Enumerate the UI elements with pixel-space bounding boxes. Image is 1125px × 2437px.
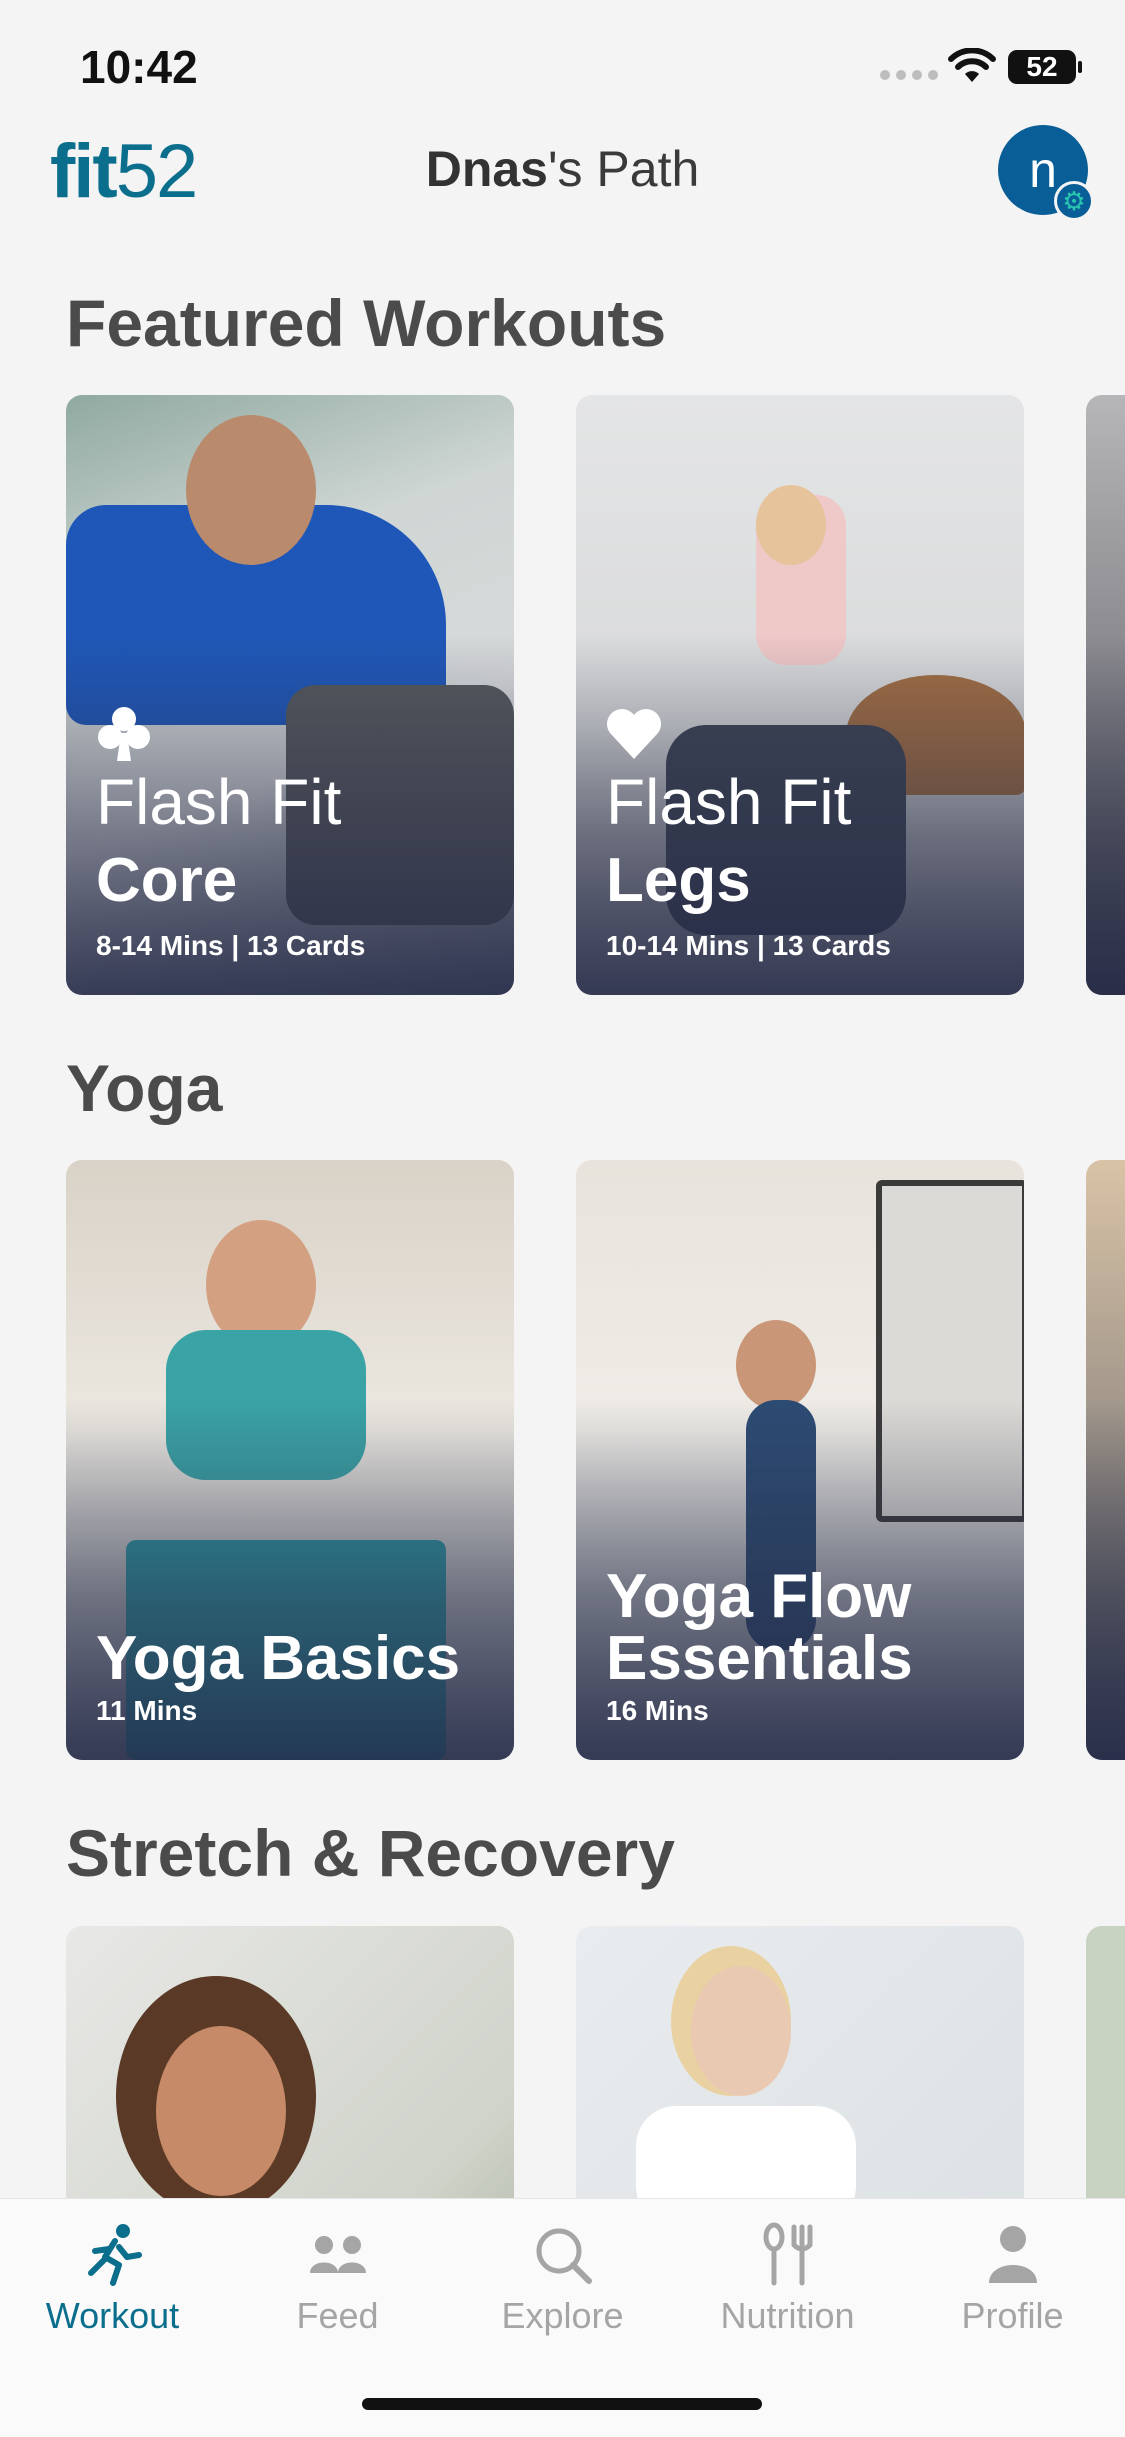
battery-indicator: 52 bbox=[1008, 50, 1082, 84]
heart-icon bbox=[607, 709, 661, 759]
stretch-recovery-carousel[interactable] bbox=[66, 1926, 1125, 2198]
tab-workout[interactable]: Workout bbox=[0, 2221, 225, 2337]
featured-workouts-carousel[interactable]: Flash Fit Core 8-14 Mins | 13 Cards Flas… bbox=[66, 395, 1125, 995]
section-title-yoga: Yoga bbox=[66, 1051, 223, 1125]
workout-card-partial[interactable] bbox=[1086, 395, 1125, 995]
card-photo-figure-head bbox=[691, 1966, 791, 2096]
card-title-line2: Essentials bbox=[606, 1624, 913, 1693]
tab-feed[interactable]: Feed bbox=[225, 2221, 450, 2337]
card-title-line1: Flash Fit bbox=[96, 766, 342, 838]
card-photo-figure-head bbox=[156, 2026, 286, 2196]
workout-card-core[interactable]: Flash Fit Core 8-14 Mins | 13 Cards bbox=[66, 395, 514, 995]
card-meta: 10-14 Mins | 13 Cards bbox=[606, 930, 891, 961]
club-icon bbox=[98, 707, 150, 761]
card-title-line1: Flash Fit bbox=[606, 766, 852, 838]
card-overlay bbox=[1086, 635, 1125, 995]
workout-card-partial[interactable] bbox=[1086, 1160, 1125, 1760]
utensils-icon bbox=[763, 2222, 812, 2286]
card-title: Yoga Flow Essentials bbox=[606, 1566, 913, 1690]
card-photo-figure-head bbox=[186, 415, 316, 565]
page-title-suffix: 's Path bbox=[547, 141, 700, 197]
yoga-carousel[interactable]: Yoga Basics 11 Mins Yoga Flow Essentials… bbox=[66, 1160, 1125, 1760]
section-title-stretch-recovery: Stretch & Recovery bbox=[66, 1816, 675, 1890]
tab-label: Profile bbox=[961, 2295, 1064, 2336]
workout-card-legs[interactable]: Flash Fit Legs 10-14 Mins | 13 Cards bbox=[576, 395, 1024, 995]
workout-card-stretch-1[interactable] bbox=[66, 1926, 514, 2198]
section-title-featured-workouts: Featured Workouts bbox=[66, 286, 667, 360]
tab-profile[interactable]: Profile bbox=[900, 2221, 1125, 2337]
card-meta: 8-14 Mins | 13 Cards bbox=[96, 930, 366, 961]
tab-label: Workout bbox=[45, 2295, 180, 2336]
avatar-button[interactable]: n ⚙ bbox=[998, 125, 1094, 221]
card-title: Yoga Basics bbox=[96, 1628, 460, 1690]
card-photo-figure bbox=[636, 2106, 856, 2198]
gear-icon: ⚙ bbox=[1054, 181, 1094, 221]
status-time: 10:42 bbox=[80, 41, 198, 93]
avatar-initial: n bbox=[1029, 142, 1057, 198]
group-icon bbox=[309, 2236, 366, 2273]
workout-card-yoga-flow-essentials[interactable]: Yoga Flow Essentials 16 Mins bbox=[576, 1160, 1024, 1760]
card-photo-figure-head bbox=[736, 1320, 816, 1410]
workout-card-partial[interactable] bbox=[1086, 1926, 1125, 2198]
card-meta: 16 Mins bbox=[606, 1695, 709, 1726]
card-overlay bbox=[1086, 1400, 1125, 1760]
card-meta: 11 Mins bbox=[96, 1695, 198, 1726]
tab-nutrition[interactable]: Nutrition bbox=[675, 2221, 900, 2337]
search-icon bbox=[536, 2228, 592, 2284]
card-title-line2: Legs bbox=[606, 846, 751, 915]
person-icon bbox=[988, 2226, 1037, 2283]
runner-icon bbox=[87, 2224, 142, 2286]
home-indicator bbox=[362, 2398, 762, 2410]
tab-explore[interactable]: Explore bbox=[450, 2221, 675, 2337]
page-title: Dnas's Path bbox=[0, 140, 1125, 198]
tab-label: Explore bbox=[501, 2295, 624, 2336]
wifi-icon bbox=[948, 48, 996, 82]
page-title-user: Dnas bbox=[425, 141, 548, 197]
card-photo-figure-head bbox=[756, 485, 826, 565]
tab-label: Nutrition bbox=[720, 2295, 855, 2336]
status-bar: 10:42 52 bbox=[0, 0, 1125, 130]
card-title-line1: Yoga Basics bbox=[96, 1624, 461, 1693]
app-header: fit52 Dnas's Path n ⚙ bbox=[0, 120, 1125, 240]
workout-card-yoga-basics[interactable]: Yoga Basics 11 Mins bbox=[66, 1160, 514, 1760]
workout-card-stretch-2[interactable] bbox=[576, 1926, 1024, 2198]
cellular-signal-icon bbox=[880, 70, 938, 80]
card-title-line1: Yoga Flow bbox=[606, 1562, 912, 1631]
card-title-line2: Core bbox=[96, 846, 238, 915]
tab-label: Feed bbox=[296, 2295, 379, 2336]
